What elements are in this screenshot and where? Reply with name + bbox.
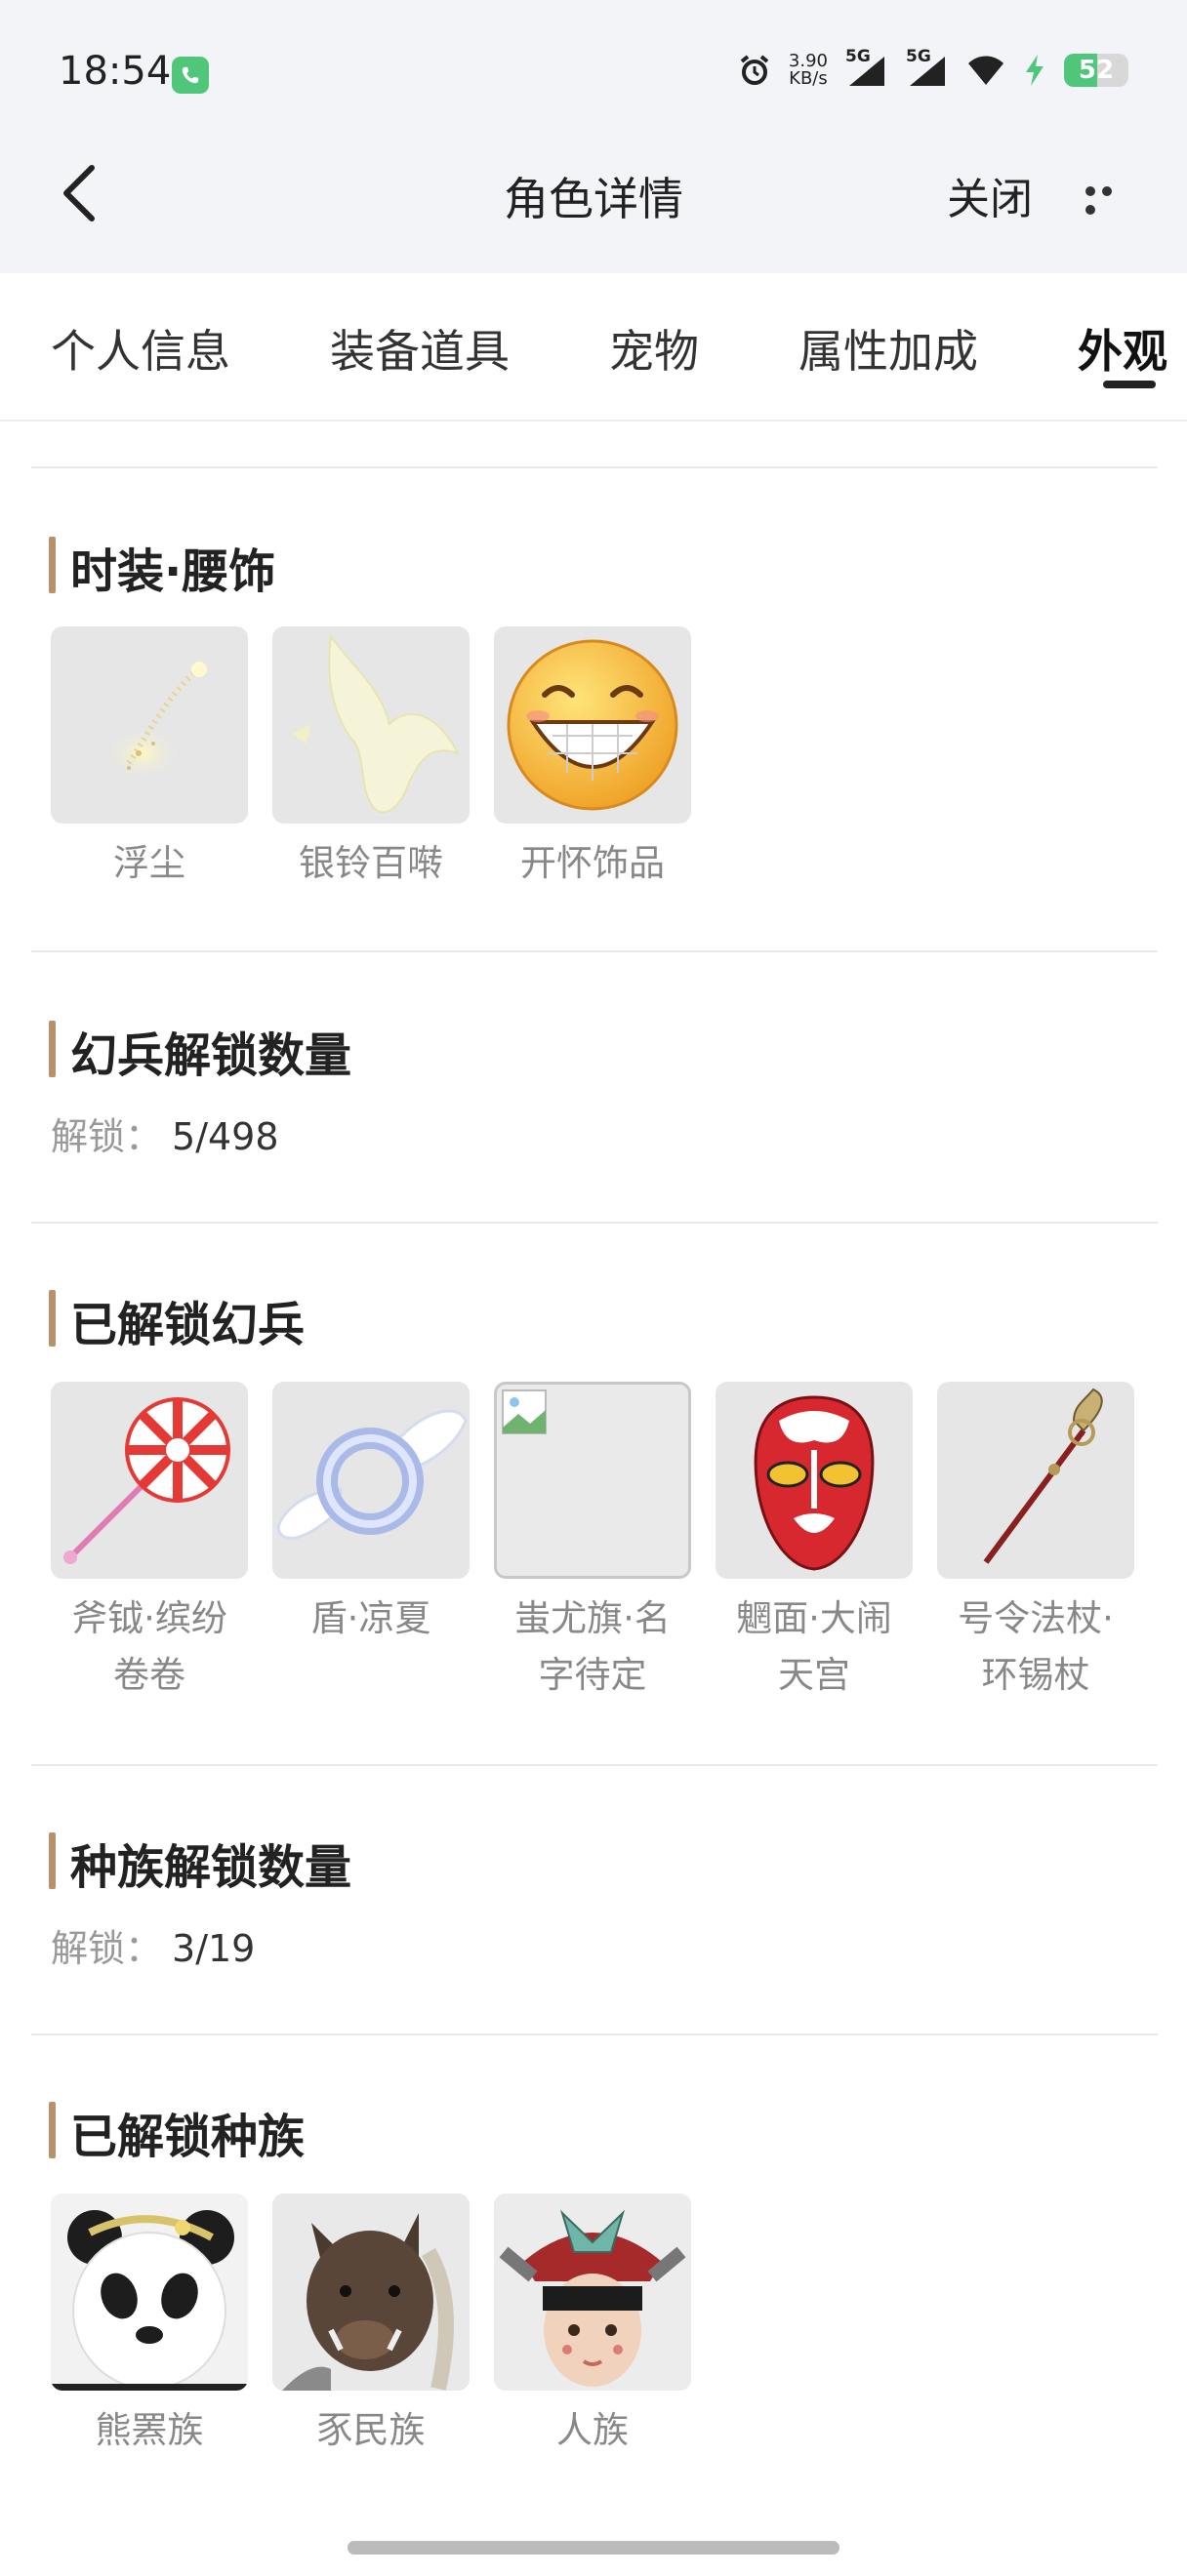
weapon-item[interactable]: 魍面·大闹 天宫 — [716, 1382, 913, 1704]
item-label: 豕民族 — [316, 2409, 426, 2451]
item-label: 斧钺·缤纷 卷卷 — [51, 1590, 248, 1704]
item-label: 人族 — [556, 2409, 629, 2451]
divider — [31, 2033, 1158, 2035]
item-label-line2: 卷卷 — [113, 1654, 185, 1696]
status-time: 18:54 — [59, 49, 172, 94]
divider — [31, 950, 1158, 952]
item-label-line1: 号令法杖· — [958, 1597, 1114, 1639]
winged-ring-icon — [272, 1382, 470, 1579]
item-label: 蚩尤旗·名 字待定 — [494, 1590, 691, 1704]
tab-equipment[interactable]: 装备道具 — [330, 316, 510, 381]
status-bar: 18:54 3.90 KB/s 5G 5G 52 — [0, 0, 1187, 146]
race-item[interactable]: 人族 — [494, 2194, 691, 2459]
item-label: 熊罴族 — [95, 2409, 204, 2451]
alarm-icon — [740, 55, 769, 85]
tab-attributes[interactable]: 属性加成 — [798, 316, 978, 381]
item-label: 浮尘 — [113, 842, 185, 884]
stat-value: 3/19 — [172, 1927, 256, 1970]
divider — [31, 1222, 1158, 1224]
item-label: 盾·凉夏 — [272, 1590, 470, 1647]
human-portrait-icon — [494, 2194, 691, 2391]
home-indicator[interactable] — [348, 2541, 839, 2555]
item-label-line1: 魍面·大闹 — [736, 1597, 892, 1639]
weapon-item[interactable]: 号令法杖· 环锡杖 — [937, 1382, 1134, 1704]
white-bird-icon — [272, 626, 470, 824]
tab-bar: 个人信息 装备道具 宠物 属性加成 外观 — [0, 273, 1187, 422]
lollipop-icon — [51, 1382, 248, 1579]
network-type-1: 5G — [845, 47, 871, 66]
broken-image-icon — [494, 1382, 691, 1579]
item-label: 开怀饰品 — [520, 842, 665, 884]
nav-bar: 角色详情 关闭 — [0, 146, 1187, 254]
stat-label: 解锁： — [51, 1927, 163, 1970]
weapon-item[interactable]: 蚩尤旗·名 字待定 — [494, 1382, 691, 1704]
race-unlock-count: 解锁： 3/19 — [51, 1918, 255, 1972]
staff-icon — [937, 1382, 1134, 1579]
waist-item[interactable]: 开怀饰品 — [494, 626, 691, 892]
network-speed-unit: KB/s — [789, 68, 828, 89]
signal-5g-icon: 5G — [845, 47, 888, 88]
wifi-icon — [968, 56, 1003, 85]
tab-pets[interactable]: 宠物 — [609, 316, 699, 381]
item-label-line1: 蚩尤旗·名 — [514, 1597, 671, 1639]
divider — [31, 1764, 1158, 1766]
section-title-races: 已解锁种族 — [49, 2098, 305, 2166]
panda-portrait-icon — [51, 2194, 248, 2391]
item-label-line1: 斧钺·缤纷 — [71, 1597, 227, 1639]
stat-label: 解锁： — [51, 1115, 163, 1158]
network-type-2: 5G — [906, 47, 931, 66]
section-title-weapon-count: 幻兵解锁数量 — [49, 1017, 351, 1085]
waist-item[interactable]: 银铃百啭 — [272, 626, 470, 892]
more-icon — [1085, 186, 1095, 196]
section-title-weapons: 已解锁幻兵 — [49, 1286, 305, 1354]
battery-level: 52 — [1078, 56, 1115, 85]
top-header: 18:54 3.90 KB/s 5G 5G 52 角色详情 关闭 — [0, 0, 1187, 273]
tab-personal-info[interactable]: 个人信息 — [51, 316, 230, 381]
network-speed: 3.90 KB/s — [789, 53, 828, 88]
charging-bolt-icon — [1026, 55, 1044, 86]
item-label-line2: 字待定 — [538, 1654, 647, 1696]
race-item[interactable]: 熊罴族 — [51, 2194, 248, 2459]
item-label: 号令法杖· 环锡杖 — [937, 1590, 1134, 1704]
phone-call-icon — [172, 57, 209, 94]
item-label-line2: 天宫 — [778, 1654, 850, 1696]
sparkle-dust-icon — [51, 626, 248, 824]
opera-mask-icon — [716, 1382, 913, 1579]
signal-5g-icon: 5G — [906, 47, 949, 88]
item-label-line1: 盾·凉夏 — [310, 1597, 431, 1639]
waist-item[interactable]: 浮尘 — [51, 626, 248, 892]
item-label: 银铃百啭 — [299, 842, 443, 884]
divider — [31, 466, 1158, 468]
more-button[interactable] — [1085, 181, 1134, 215]
tab-appearance[interactable]: 外观 — [1078, 316, 1167, 381]
weapon-unlock-count: 解锁： 5/498 — [51, 1107, 279, 1160]
section-title-race-count: 种族解锁数量 — [49, 1829, 351, 1897]
battery-indicator: 52 — [1064, 54, 1128, 87]
weapon-item[interactable]: 盾·凉夏 — [272, 1382, 470, 1647]
item-label-line2: 环锡杖 — [981, 1654, 1090, 1696]
section-title-waist: 时装·腰饰 — [49, 533, 275, 601]
active-tab-indicator — [1103, 381, 1156, 388]
stat-value: 5/498 — [172, 1115, 279, 1158]
laughing-emoji-icon — [494, 626, 691, 824]
weapon-item[interactable]: 斧钺·缤纷 卷卷 — [51, 1382, 248, 1704]
race-item[interactable]: 豕民族 — [272, 2194, 470, 2459]
status-icons: 3.90 KB/s 5G 5G 52 — [738, 47, 1128, 88]
boar-portrait-icon — [272, 2194, 470, 2391]
item-label: 魍面·大闹 天宫 — [716, 1590, 913, 1704]
close-button[interactable]: 关闭 — [947, 164, 1033, 226]
